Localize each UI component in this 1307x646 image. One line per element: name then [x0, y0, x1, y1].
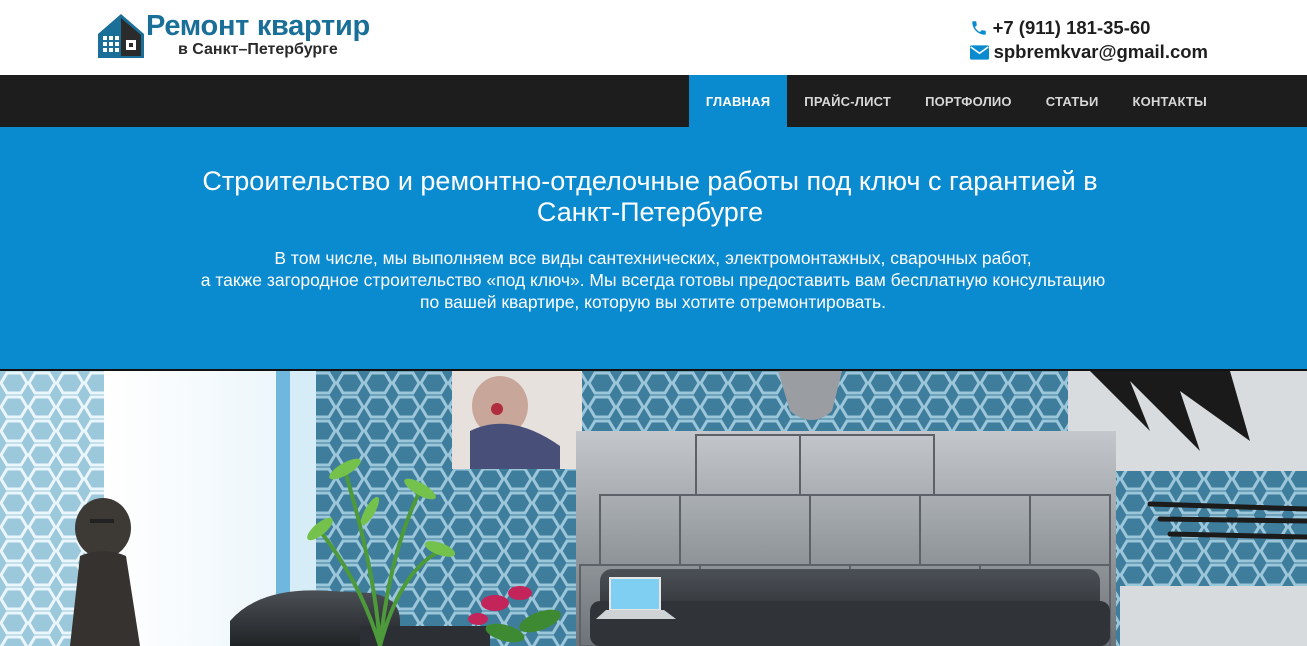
hero-banner: Строительство и ремонтно-отделочные рабо… — [0, 127, 1307, 369]
phone-number: +7 (911) 181-35-60 — [992, 17, 1151, 38]
nav-item-articles[interactable]: Статьи — [1029, 75, 1116, 127]
hero-text-line1: В том числе, мы выполняем все виды санте… — [274, 248, 1032, 268]
living-room-image — [0, 371, 1307, 646]
hero-text: В том числе, мы выполняем все виды санте… — [150, 247, 1156, 313]
hero-title-line2: Санкт-Петербурге — [536, 197, 764, 227]
hero-text-line3: по вашей квартире, которую вы хотите отр… — [420, 292, 886, 312]
hero-title-line1: Строительство и ремонтно-отделочные рабо… — [202, 166, 1098, 196]
nav-item-contacts[interactable]: Контакты — [1116, 75, 1224, 127]
header-contacts: +7 (911) 181-35-60 spbremkvar@gmail.com — [969, 16, 1208, 64]
house-icon — [98, 14, 144, 58]
logo-title: Ремонт квартир — [146, 10, 370, 42]
logo[interactable]: Ремонт квартир в Санкт–Петербурге — [98, 10, 378, 62]
nav-item-portfolio[interactable]: Портфолио — [908, 75, 1029, 127]
phone-contact[interactable]: +7 (911) 181-35-60 — [970, 16, 1208, 40]
interior-photo — [0, 369, 1307, 646]
site-header: Ремонт квартир в Санкт–Петербурге +7 (91… — [0, 0, 1307, 75]
logo-subtitle: в Санкт–Петербурге — [178, 41, 338, 58]
nav-items: Главная Прайс-лист Портфолио Статьи Конт… — [688, 75, 1224, 127]
email-contact[interactable]: spbremkvar@gmail.com — [969, 40, 1208, 64]
envelope-icon — [969, 44, 989, 60]
hero-text-line2: а также загородное строительство «под кл… — [200, 270, 1106, 290]
nav-item-price-list[interactable]: Прайс-лист — [787, 75, 908, 127]
main-nav: Главная Прайс-лист Портфолио Статьи Конт… — [0, 75, 1307, 127]
hero-title: Строительство и ремонтно-отделочные рабо… — [150, 166, 1150, 228]
phone-icon — [971, 21, 986, 35]
email-address: spbremkvar@gmail.com — [993, 41, 1208, 62]
nav-item-home[interactable]: Главная — [688, 75, 788, 127]
